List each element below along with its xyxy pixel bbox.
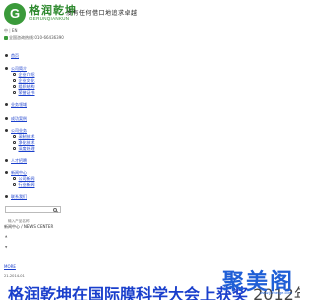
lang-separator: |	[9, 28, 11, 33]
site-header: G 格润乾坤 GERUNQIANKUN 没有任何借口地追求卓越	[0, 0, 300, 28]
subnav-link[interactable]: 采制技术	[19, 134, 35, 139]
bullet-icon	[5, 116, 8, 120]
lang-cn-link[interactable]: 中	[4, 28, 8, 33]
nav-link-business[interactable]: 业务领域	[11, 102, 27, 107]
bullet-icon	[5, 194, 8, 198]
nav-item-jobs: 人才招聘	[5, 158, 27, 164]
subnav-link[interactable]: 荣誉证书	[19, 90, 35, 95]
slogan: 没有任何借口地追求卓越	[66, 10, 138, 17]
bullet-icon	[5, 170, 8, 174]
bullet-icon	[5, 102, 8, 106]
subnav-item: 荣誉证书	[13, 90, 35, 96]
nav-item-contact: 联系我们	[5, 194, 27, 200]
search-icon[interactable]	[53, 208, 57, 212]
bullet-icon	[13, 73, 16, 76]
section-title: 新闻中心 / NEWS CENTER	[4, 224, 54, 229]
language-switcher: 中 | EN	[4, 28, 17, 34]
bullet-icon	[13, 79, 16, 82]
subnav-link[interactable]: 净化技术	[19, 140, 35, 145]
nav-link-contact[interactable]: 联系我们	[11, 194, 27, 199]
subnav-link[interactable]: 企业文化	[19, 78, 35, 83]
more-link[interactable]: MORE	[4, 264, 16, 269]
bullet-icon	[13, 141, 16, 144]
nav-link-jobs[interactable]: 人才招聘	[11, 158, 27, 163]
scroll-up-icon[interactable]: ▲	[5, 234, 7, 238]
nav-link-about[interactable]: 公司简介	[11, 66, 27, 71]
logo-text-en: GERUNQIANKUN	[29, 16, 70, 21]
subnav-link[interactable]: 深度处理	[19, 146, 35, 151]
logo-icon[interactable]: G	[4, 3, 26, 25]
search-box	[5, 206, 61, 224]
news-date: 21-2014-01	[4, 274, 25, 278]
subnav-link[interactable]: 行业新闻	[19, 182, 35, 187]
phone-icon	[4, 36, 8, 40]
bullet-icon	[13, 177, 16, 180]
nav-link-services[interactable]: 公司业务	[11, 128, 27, 133]
subnav-item: 行业新闻	[13, 182, 35, 188]
nav-link-cases[interactable]: 成功案例	[11, 116, 27, 121]
bullet-icon	[5, 53, 8, 57]
bullet-icon	[5, 66, 8, 70]
nav-link-news[interactable]: 新闻中心	[11, 170, 27, 175]
bullet-icon	[13, 91, 16, 94]
hotline-label: 全国咨询热线:	[9, 35, 35, 40]
scroll-down-icon[interactable]: ▼	[5, 245, 7, 249]
subnav-link[interactable]: 企业介绍	[19, 72, 35, 77]
subnav-link[interactable]: 组织结构	[19, 84, 35, 89]
nav-link-home[interactable]: 首页	[11, 53, 19, 58]
subnav-item: 深度处理	[13, 146, 35, 152]
hotline-number: 010-66436390	[34, 35, 64, 40]
nav-item-cases: 成功案例	[5, 116, 27, 122]
bullet-icon	[13, 183, 16, 186]
nav-item-home: 首页	[5, 53, 19, 59]
lang-en-link[interactable]: EN	[12, 28, 18, 33]
bullet-icon	[5, 128, 8, 132]
bullet-icon	[13, 135, 16, 138]
nav-item-business: 业务领域	[5, 102, 27, 108]
bullet-icon	[5, 158, 8, 162]
news-title-link[interactable]: 格润乾坤在国际膜科学大会上获奖	[8, 285, 248, 300]
bullet-icon	[13, 147, 16, 150]
bullet-icon	[13, 85, 16, 88]
subnav-link[interactable]: 公司新闻	[19, 176, 35, 181]
hotline: 全国咨询热线:010-66436390	[4, 35, 64, 41]
watermark-url: www.jumeige.com	[259, 290, 292, 295]
